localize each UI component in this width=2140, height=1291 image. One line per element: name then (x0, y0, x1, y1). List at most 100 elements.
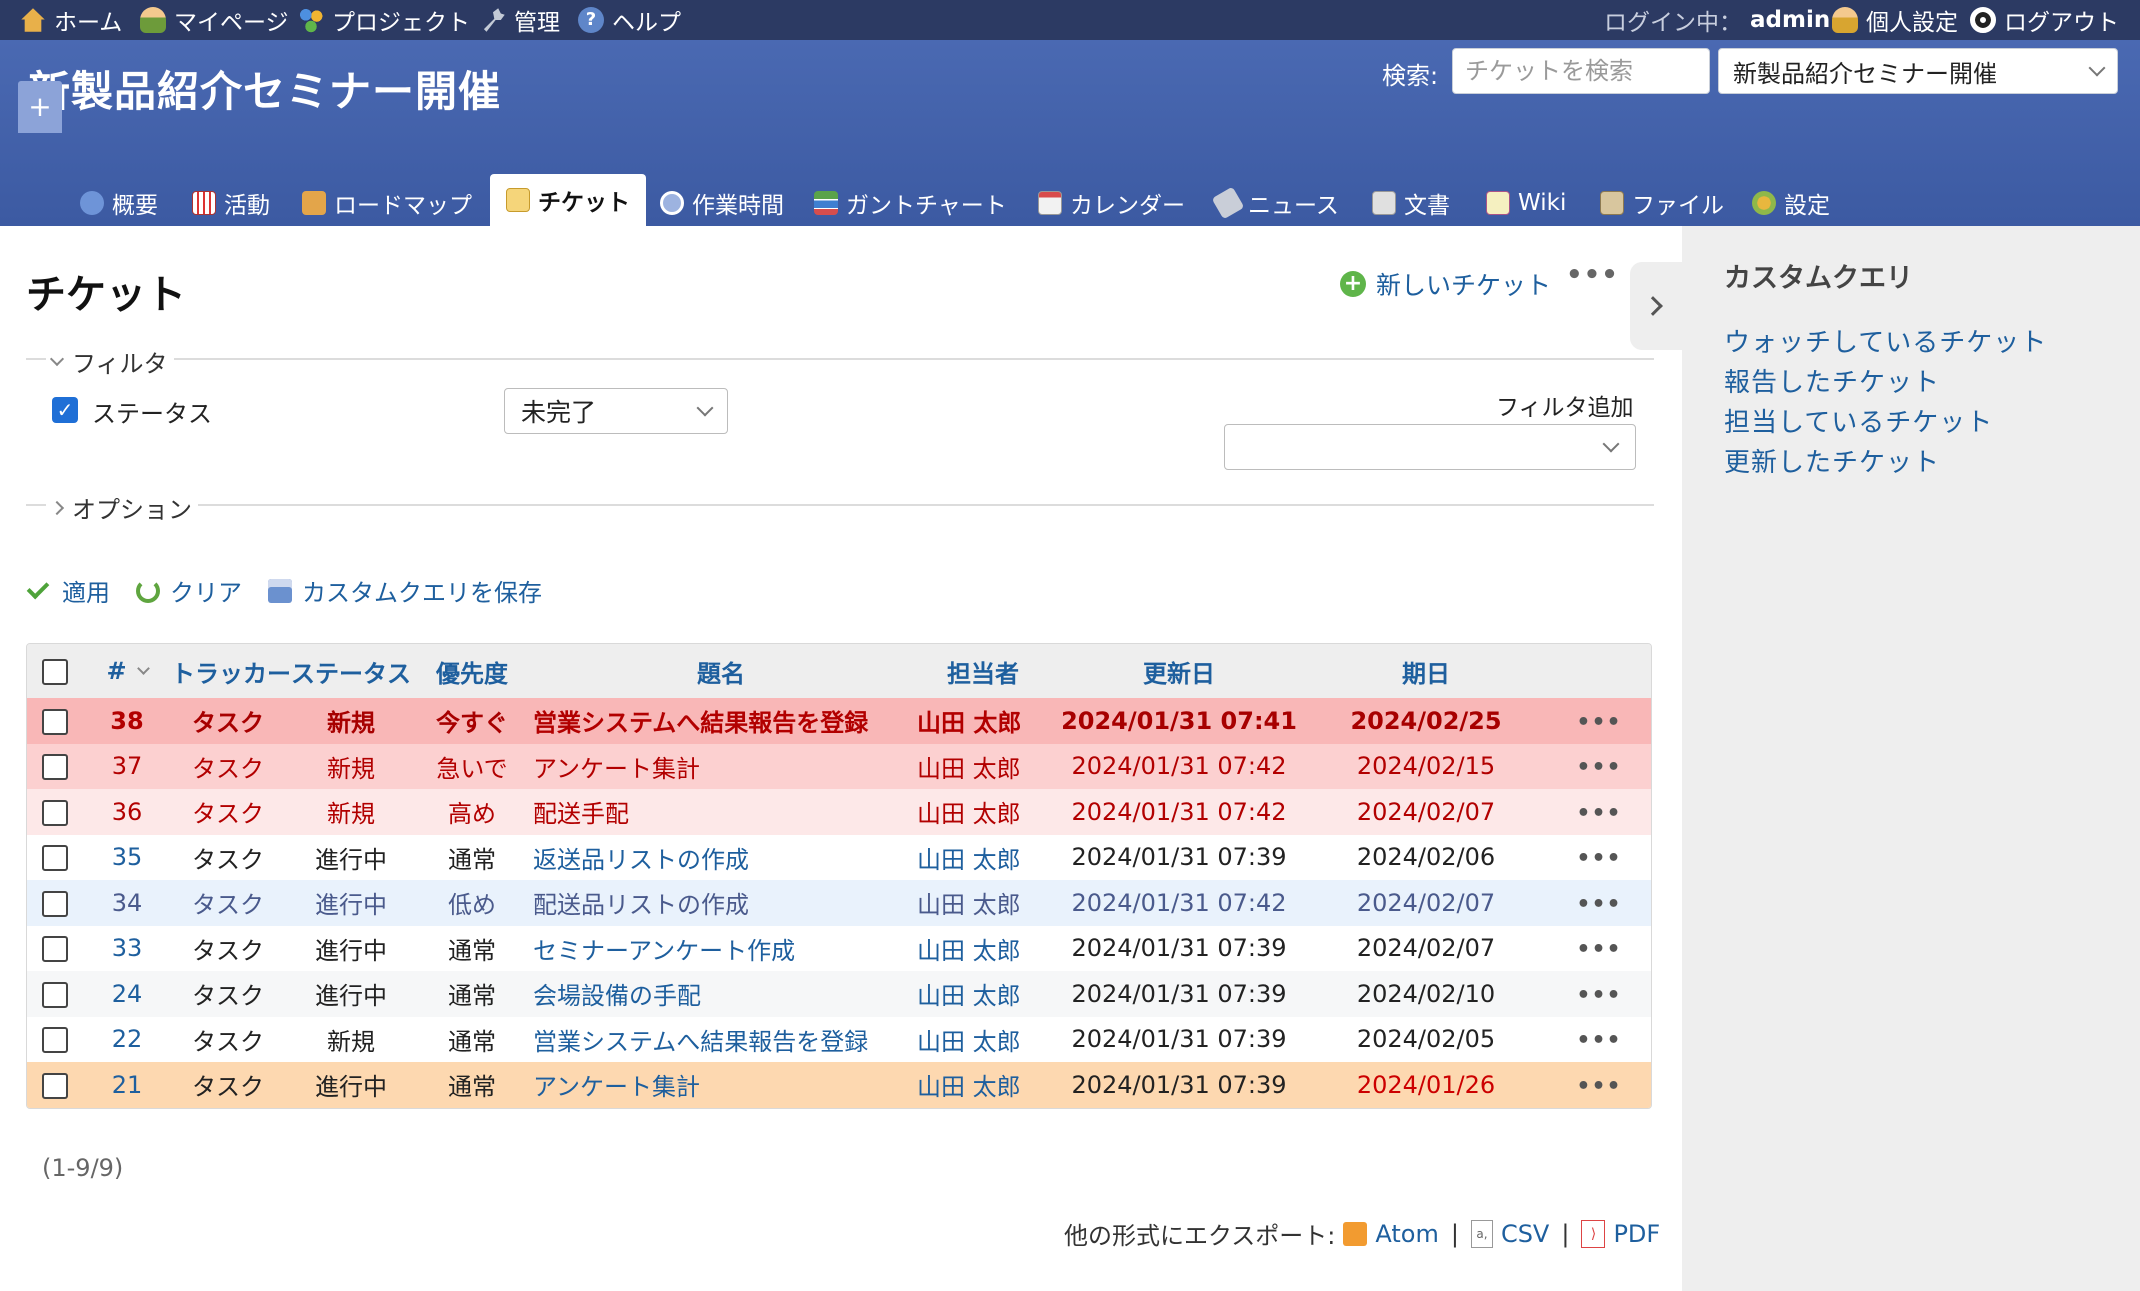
issue-subject-link[interactable]: 営業システムへ結果報告を登録 (533, 709, 868, 737)
column-header-status[interactable]: ステータス (285, 644, 417, 698)
sidebar-query-reported[interactable]: 報告したチケット (1724, 362, 1940, 399)
issue-assignee-link[interactable]: 山田 太郎 (915, 880, 1051, 926)
actions-menu-button[interactable]: ••• (1566, 260, 1619, 290)
search-input[interactable] (1452, 48, 1710, 94)
tab-news[interactable]: ニュース (1211, 180, 1339, 226)
issue-assignee-link[interactable]: 山田 太郎 (915, 1016, 1051, 1062)
row-checkbox[interactable] (42, 1027, 68, 1054)
issue-id-link[interactable]: 21 (83, 1062, 171, 1108)
add-filter-select[interactable] (1224, 424, 1636, 470)
row-checkbox[interactable] (42, 1072, 68, 1099)
issue-subject-link[interactable]: アンケート集計 (533, 755, 700, 783)
status-filter-checkbox[interactable]: ✓ (52, 397, 78, 423)
top-menu-help[interactable]: ? ヘルプ (578, 0, 681, 40)
sidebar-toggle-button[interactable] (1630, 262, 1682, 350)
tab-documents[interactable]: 文書 (1372, 180, 1450, 226)
column-header-assignee[interactable]: 担当者 (915, 644, 1051, 698)
issue-assignee-link[interactable]: 山田 太郎 (915, 971, 1051, 1017)
row-actions-button[interactable]: ••• (1576, 1074, 1621, 1099)
table-row[interactable]: 21 タスク 進行中 通常 アンケート集計 山田 太郎 2024/01/31 0… (27, 1062, 1651, 1108)
column-header-due-date[interactable]: 期日 (1307, 644, 1545, 698)
logged-in-user-link[interactable]: admin (1750, 7, 1830, 33)
new-issue-link[interactable]: + 新しいチケット (1340, 266, 1551, 302)
table-row[interactable]: 35 タスク 進行中 通常 返送品リストの作成 山田 太郎 2024/01/31… (27, 834, 1651, 880)
top-menu-projects[interactable]: プロジェクト (298, 0, 470, 40)
select-all-checkbox[interactable] (42, 659, 68, 685)
column-header-subject[interactable]: 題名 (527, 644, 915, 698)
issue-assignee-link[interactable]: 山田 太郎 (915, 925, 1051, 971)
row-checkbox[interactable] (42, 799, 68, 826)
row-actions-button[interactable]: ••• (1576, 710, 1621, 735)
issue-id-link[interactable]: 33 (83, 925, 171, 971)
project-jump-select[interactable]: 新製品紹介セミナー開催 (1718, 48, 2118, 94)
row-checkbox[interactable] (42, 754, 68, 781)
issue-id-link[interactable]: 37 (83, 743, 171, 789)
export-atom-link[interactable]: Atom (1375, 1220, 1438, 1248)
tab-gantt[interactable]: ガントチャート (814, 180, 1007, 226)
save-query-button[interactable]: カスタムクエリを保存 (268, 573, 542, 608)
issue-assignee-link[interactable]: 山田 太郎 (915, 1062, 1051, 1108)
issue-assignee-link[interactable]: 山田 太郎 (915, 834, 1051, 880)
tab-calendar[interactable]: カレンダー (1038, 180, 1185, 226)
row-checkbox[interactable] (42, 845, 68, 872)
issue-assignee-link[interactable]: 山田 太郎 (915, 743, 1051, 789)
issue-id-link[interactable]: 38 (83, 698, 171, 744)
tab-activity[interactable]: 活動 (192, 180, 270, 226)
tab-roadmap[interactable]: ロードマップ (302, 180, 472, 226)
table-row[interactable]: 34 タスク 進行中 低め 配送品リストの作成 山田 太郎 2024/01/31… (27, 880, 1651, 926)
top-menu-my-account[interactable]: 個人設定 (1832, 0, 1958, 40)
issue-subject-link[interactable]: 会場設備の手配 (533, 982, 701, 1010)
status-operator-select[interactable]: 未完了 (504, 388, 728, 434)
sidebar-query-assigned[interactable]: 担当しているチケット (1724, 402, 1993, 439)
column-header-tracker[interactable]: トラッカー (171, 644, 291, 698)
table-row[interactable]: 38 タスク 新規 今すぐ 営業システムへ結果報告を登録 山田 太郎 2024/… (27, 698, 1651, 744)
clear-button[interactable]: クリア (136, 573, 242, 608)
issue-id-link[interactable]: 36 (83, 789, 171, 835)
sidebar-query-updated[interactable]: 更新したチケット (1724, 442, 1940, 479)
options-legend[interactable]: オプション (46, 490, 198, 525)
tab-issues[interactable]: チケット (490, 174, 646, 226)
tab-overview[interactable]: 概要 (80, 180, 158, 226)
row-actions-button[interactable]: ••• (1576, 801, 1621, 826)
column-header-id[interactable]: # (83, 644, 171, 698)
row-actions-button[interactable]: ••• (1576, 983, 1621, 1008)
tab-time-entries[interactable]: 作業時間 (660, 180, 784, 226)
export-pdf-link[interactable]: PDF (1613, 1220, 1660, 1248)
issue-id-link[interactable]: 35 (83, 834, 171, 880)
table-row[interactable]: 33 タスク 進行中 通常 セミナーアンケート作成 山田 太郎 2024/01/… (27, 925, 1651, 971)
row-checkbox[interactable] (42, 708, 68, 735)
row-checkbox[interactable] (42, 936, 68, 963)
issue-id-link[interactable]: 24 (83, 971, 171, 1017)
table-row[interactable]: 37 タスク 新規 急いで アンケート集計 山田 太郎 2024/01/31 0… (27, 743, 1651, 789)
row-checkbox[interactable] (42, 981, 68, 1008)
export-csv-link[interactable]: CSV (1501, 1220, 1549, 1248)
filters-legend[interactable]: フィルタ (46, 344, 174, 379)
top-menu-logout[interactable]: ログアウト (1970, 0, 2119, 40)
row-checkbox[interactable] (42, 890, 68, 917)
top-menu-home[interactable]: ホーム (20, 0, 122, 40)
table-row[interactable]: 24 タスク 進行中 通常 会場設備の手配 山田 太郎 2024/01/31 0… (27, 971, 1651, 1017)
row-actions-button[interactable]: ••• (1576, 846, 1621, 871)
issue-id-link[interactable]: 22 (83, 1016, 171, 1062)
row-actions-button[interactable]: ••• (1576, 892, 1621, 917)
issue-id-link[interactable]: 34 (83, 880, 171, 926)
apply-button[interactable]: 適用 (26, 573, 110, 608)
row-actions-button[interactable]: ••• (1576, 755, 1621, 780)
issue-subject-link[interactable]: アンケート集計 (533, 1073, 700, 1101)
tab-wiki[interactable]: Wiki (1486, 180, 1566, 226)
issue-assignee-link[interactable]: 山田 太郎 (915, 789, 1051, 835)
column-header-priority[interactable]: 優先度 (417, 644, 527, 698)
issue-assignee-link[interactable]: 山田 太郎 (915, 698, 1051, 744)
issue-subject-link[interactable]: 配送手配 (533, 800, 629, 828)
issue-subject-link[interactable]: 返送品リストの作成 (533, 846, 749, 874)
tab-new-object[interactable]: + (18, 81, 62, 133)
column-header-updated[interactable]: 更新日 (1051, 644, 1307, 698)
issue-subject-link[interactable]: セミナーアンケート作成 (533, 937, 795, 965)
issue-subject-link[interactable]: 配送品リストの作成 (533, 891, 749, 919)
tab-settings[interactable]: 設定 (1752, 180, 1830, 226)
row-actions-button[interactable]: ••• (1576, 937, 1621, 962)
top-menu-admin[interactable]: 管理 (480, 0, 560, 40)
table-row[interactable]: 36 タスク 新規 高め 配送手配 山田 太郎 2024/01/31 07:42… (27, 789, 1651, 835)
top-menu-my-page[interactable]: マイページ (140, 0, 289, 40)
row-actions-button[interactable]: ••• (1576, 1028, 1621, 1053)
